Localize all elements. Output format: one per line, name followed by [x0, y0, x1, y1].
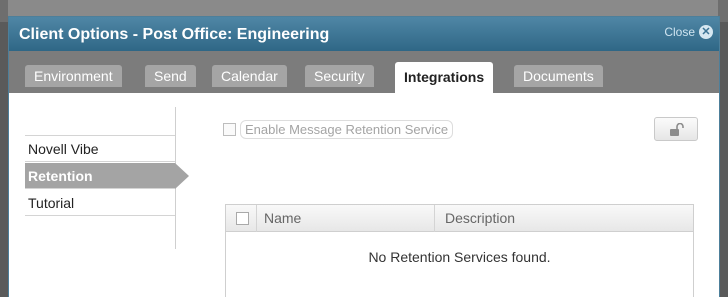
column-divider — [434, 205, 435, 232]
tab-integrations[interactable]: Integrations — [395, 62, 494, 93]
enable-retention-row: Enable Message Retention Service — [223, 120, 454, 139]
dialog-titlebar: Client Options - Post Office: Engineerin… — [9, 17, 719, 51]
table-header: Name Description — [226, 205, 693, 232]
sidebar-item-label: Retention — [28, 168, 93, 184]
sidebar-item-label: Novell Vibe — [28, 141, 99, 157]
dialog-title: Client Options - Post Office: Engineerin… — [19, 26, 330, 43]
close-button[interactable]: Close ✕ — [664, 25, 713, 39]
close-label: Close — [664, 25, 695, 39]
close-icon[interactable]: ✕ — [699, 25, 713, 39]
sidebar-item-novell-vibe[interactable]: Novell Vibe — [25, 136, 175, 162]
tab-documents[interactable]: Documents — [514, 65, 603, 87]
column-header-name[interactable]: Name — [264, 210, 301, 226]
lock-button[interactable] — [654, 117, 698, 141]
enable-retention-checkbox[interactable] — [223, 123, 236, 136]
column-divider — [256, 205, 257, 232]
column-header-description[interactable]: Description — [445, 210, 515, 226]
sidebar-item-retention[interactable]: Retention — [25, 163, 189, 189]
unlock-icon — [670, 123, 684, 136]
enable-retention-label: Enable Message Retention Service — [240, 120, 454, 139]
tab-bar: Environment Send Calendar Security Integ… — [9, 51, 719, 93]
sidebar-item-tutorial[interactable]: Tutorial — [25, 190, 175, 216]
selected-arrow — [175, 163, 189, 189]
tab-send[interactable]: Send — [145, 65, 196, 87]
empty-table-message: No Retention Services found. — [368, 249, 551, 265]
tab-calendar[interactable]: Calendar — [212, 65, 287, 87]
tab-environment[interactable]: Environment — [25, 65, 122, 87]
sidebar-item-label: Tutorial — [28, 195, 75, 211]
client-options-dialog: Client Options - Post Office: Engineerin… — [8, 16, 720, 297]
tab-content: Novell Vibe Retention Tutorial Enable Me… — [9, 93, 719, 297]
tab-security[interactable]: Security — [305, 65, 374, 87]
select-all-checkbox[interactable] — [236, 212, 249, 225]
retention-services-table: Name Description No Retention Services f… — [225, 204, 694, 297]
